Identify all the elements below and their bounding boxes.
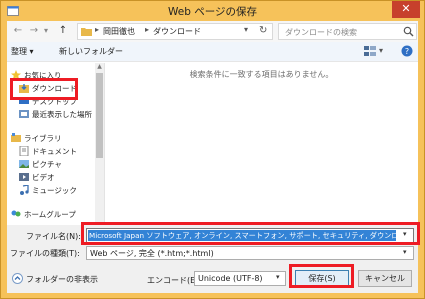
nav-label: ライブラリ (24, 134, 62, 143)
chevron-down-icon[interactable]: ▾ (403, 248, 407, 256)
cancel-button[interactable]: キャンセル (358, 270, 412, 287)
view-options-icon[interactable] (364, 46, 376, 57)
highlight-filename (81, 222, 420, 245)
command-bar: 整理 ▾ 新しいフォルダー ▾ ? (7, 42, 418, 62)
pane-divider[interactable] (104, 63, 105, 245)
pictures-icon (19, 160, 29, 168)
search-icon[interactable] (403, 26, 414, 37)
homegroup-icon (11, 210, 21, 217)
search-input[interactable]: ダウンロードの検索 (278, 23, 417, 40)
filename-label: ファイル名(N): (26, 232, 81, 241)
filetype-select[interactable]: Web ページ, 完全 (*.htm;*.html) ▾ (86, 246, 414, 260)
nav-label: 最近表示した場所 (32, 110, 92, 119)
forward-button[interactable]: → (27, 24, 41, 38)
encoding-label: エンコード(E): (147, 276, 201, 285)
organize-button[interactable]: 整理 ▾ (11, 46, 34, 57)
scrollbar-thumb[interactable] (96, 73, 103, 158)
recent-locations-button[interactable]: ▾ (41, 24, 51, 38)
library-icon (11, 133, 21, 142)
breadcrumb-separator: ▸ (95, 25, 100, 34)
dialog-client: ← → ▾ ↑ ▸ 岡田徹也 ▸ ダウンロード ▾ ↻ ダウンロードの検索 整理… (7, 21, 418, 293)
breadcrumb-separator: ▸ (145, 25, 150, 34)
up-button[interactable]: ↑ (56, 24, 70, 38)
chevron-up-circle-icon (12, 273, 23, 284)
window-title: Web ページの保存 (167, 6, 258, 18)
nav-scrollbar[interactable]: ▲ ▼ (95, 63, 104, 245)
filetype-value: Web ページ, 完全 (*.htm;*.html) (90, 249, 214, 258)
refresh-icon[interactable]: ↻ (259, 25, 267, 36)
nav-label: ビデオ (32, 173, 55, 182)
highlight-save-button (289, 264, 354, 288)
hide-folders-label: フォルダーの非表示 (26, 275, 98, 284)
scroll-up-icon[interactable]: ▲ (95, 63, 104, 70)
filetype-label: ファイルの種類(T): (10, 249, 80, 258)
breadcrumb-downloads[interactable]: ダウンロード (153, 26, 201, 37)
address-bar[interactable]: ▸ 岡田徹也 ▸ ダウンロード ▾ ↻ (77, 23, 273, 40)
nav-label: ホームグループ (24, 210, 76, 219)
encoding-value: Unicode (UTF-8) (198, 274, 263, 283)
close-icon: ✕ (401, 2, 411, 15)
title-bar[interactable]: Web ページの保存 ✕ (1, 1, 424, 21)
encoding-select[interactable]: Unicode (UTF-8) ▾ (194, 271, 286, 286)
highlight-downloads (10, 78, 78, 100)
folder-icon (81, 28, 92, 36)
up-arrow-icon: ↑ (58, 25, 68, 36)
nav-label: ドキュメント (32, 147, 77, 156)
recent-places-icon (19, 110, 29, 118)
chevron-down-icon[interactable]: ▾ (276, 273, 280, 281)
close-window-button[interactable]: ✕ (392, 1, 420, 18)
music-icon (20, 185, 29, 195)
view-dropdown-icon[interactable]: ▾ (379, 46, 383, 55)
empty-results-message: 検索条件に一致する項目はありません。 (189, 70, 334, 79)
help-icon[interactable]: ? (401, 45, 413, 57)
chevron-down-icon[interactable]: ▾ (244, 25, 248, 34)
videos-icon (19, 173, 29, 181)
search-placeholder: ダウンロードの検索 (285, 28, 357, 37)
documents-icon (19, 146, 29, 156)
back-button[interactable]: ← (11, 24, 25, 38)
address-row: ← → ▾ ↑ ▸ 岡田徹也 ▸ ダウンロード ▾ ↻ ダウンロードの検索 (7, 21, 418, 42)
forward-arrow-icon: → (29, 25, 39, 36)
nav-label: ピクチャ (32, 160, 62, 169)
window-frame: Web ページの保存 ✕ ← → ▾ ↑ ▸ 岡田徹也 ▸ ダウンロード ▾ ↻ (0, 0, 425, 299)
back-arrow-icon: ← (13, 25, 23, 36)
breadcrumb-user[interactable]: 岡田徹也 (103, 26, 135, 37)
new-folder-button[interactable]: 新しいフォルダー (59, 46, 123, 57)
svg-text:?: ? (405, 47, 409, 56)
nav-label: ミュージック (32, 186, 77, 195)
chevron-down-icon: ▾ (43, 26, 48, 35)
